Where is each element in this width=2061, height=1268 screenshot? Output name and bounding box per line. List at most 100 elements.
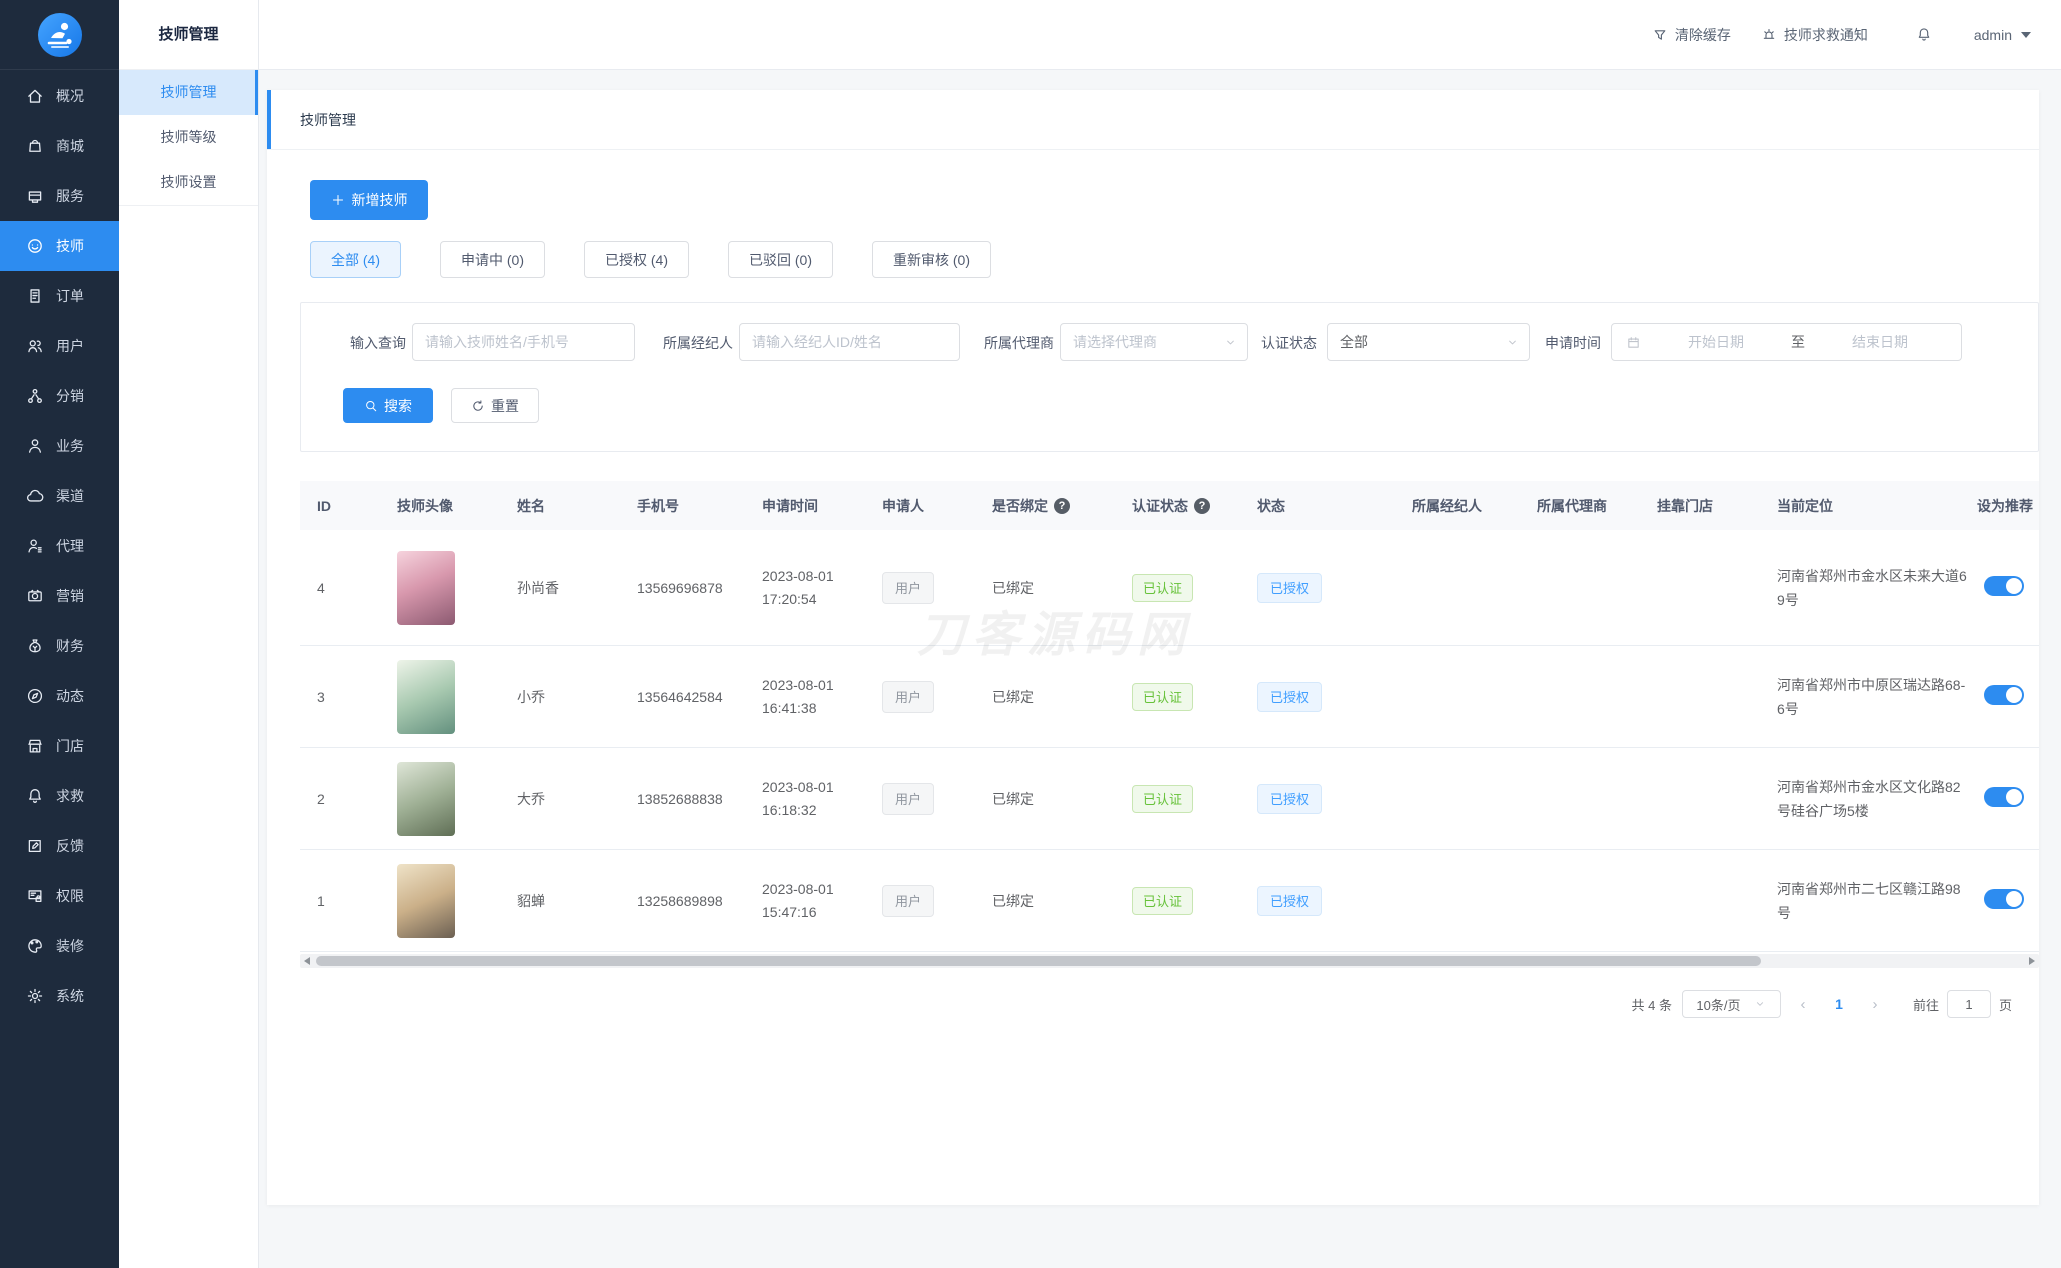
tab-3[interactable]: 已驳回 (0) (728, 241, 833, 278)
cert-status-select[interactable]: 全部 (1327, 323, 1530, 361)
query-input[interactable] (413, 324, 634, 360)
cert-status-cell: 已认证 (1115, 682, 1240, 711)
secondary-nav: 技师管理 技师等级 技师设置 (119, 70, 258, 205)
auth-status-cell: 已授权 (1240, 783, 1395, 814)
help-icon[interactable]: ? (1194, 497, 1210, 514)
sidebar-item-1[interactable]: 商城 (0, 121, 119, 171)
sidebar-item-9[interactable]: 代理 (0, 521, 119, 571)
clear-cache-button[interactable]: 清除缓存 (1652, 25, 1731, 45)
column-header-10: 所属代理商 (1537, 497, 1607, 514)
chevron-down-icon (1505, 335, 1519, 349)
sidebar-item-label: 门店 (56, 738, 84, 754)
sidebar-item-2[interactable]: 服务 (0, 171, 119, 221)
sidebar-item-12[interactable]: 动态 (0, 671, 119, 721)
technician-avatar-image[interactable] (397, 659, 455, 734)
apply-time: 2023-08-01 16:41:38 (762, 676, 834, 716)
technician-avatar-image[interactable] (397, 761, 455, 836)
technician-id: 4 (317, 579, 325, 596)
technician-icon (26, 237, 44, 255)
user-menu[interactable]: admin (1974, 27, 2031, 43)
total-count: 共 4 条 (1631, 997, 1672, 1013)
sidebar-item-15[interactable]: 反馈 (0, 821, 119, 871)
finance-icon (26, 637, 44, 655)
clear-cache-label: 清除缓存 (1674, 26, 1731, 43)
recommend-toggle[interactable] (1984, 787, 2024, 807)
tab-0[interactable]: 全部 (4) (310, 241, 401, 278)
username: admin (1973, 26, 2012, 43)
mall-icon (26, 137, 44, 155)
technician-avatar-image[interactable] (397, 550, 455, 625)
users-icon (26, 337, 44, 355)
applicant-tag[interactable]: 用户 (882, 884, 935, 917)
status-tabs: 全部 (4) 申请中 (0) 已授权 (4) 已驳回 (0) 重新审核 (0) (310, 241, 991, 278)
page-size-select[interactable]: 10条/页 (1681, 990, 1781, 1018)
sidebar-item-14[interactable]: 求救 (0, 771, 119, 821)
sidebar-item-label: 求救 (56, 788, 84, 804)
sidebar-item-13[interactable]: 门店 (0, 721, 119, 771)
sidebar-item-8[interactable]: 渠道 (0, 471, 119, 521)
scroll-right-arrow[interactable] (2029, 957, 2035, 965)
funnel-icon (1652, 27, 1668, 43)
cert-status-cell: 已认证 (1115, 886, 1240, 915)
recommend-toggle[interactable] (1984, 685, 2024, 705)
store-icon (26, 737, 44, 755)
submenu-item-1[interactable]: 技师等级 (119, 115, 258, 160)
sidebar-item-18[interactable]: 系统 (0, 971, 119, 1021)
cert-status-tag: 已认证 (1132, 573, 1194, 602)
technician-avatar-image[interactable] (397, 863, 455, 938)
scrollbar-thumb[interactable] (316, 956, 1761, 966)
add-technician-label: 新增技师 (351, 192, 408, 208)
date-range-picker[interactable]: 开始日期 至 结束日期 (1611, 323, 1962, 361)
tab-1[interactable]: 申请中 (0) (440, 241, 545, 278)
recommend-toggle[interactable] (1984, 889, 2024, 909)
caret-down-icon (2021, 31, 2031, 38)
sidebar-item-5[interactable]: 用户 (0, 321, 119, 371)
submenu-item-0[interactable]: 技师管理 (119, 70, 258, 115)
applicant-tag[interactable]: 用户 (882, 782, 935, 815)
column-header-13: 设为推荐 (1977, 497, 2033, 514)
reset-button[interactable]: 重置 (451, 388, 539, 423)
technician-name: 孙尚香 (517, 579, 559, 596)
sidebar-item-10[interactable]: 营销 (0, 571, 119, 621)
sidebar-item-7[interactable]: 业务 (0, 421, 119, 471)
current-page[interactable]: 1 (1825, 996, 1853, 1012)
column-header-2: 姓名 (517, 497, 545, 514)
next-page-button[interactable]: › (1853, 996, 1897, 1013)
order-icon (26, 287, 44, 305)
sidebar-item-16[interactable]: 权限 (0, 871, 119, 921)
technician-name: 小乔 (517, 688, 545, 705)
apply-time: 2023-08-01 16:18:32 (762, 778, 834, 818)
sidebar-item-11[interactable]: 财务 (0, 621, 119, 671)
sidebar-item-3[interactable]: 技师 (0, 221, 119, 271)
broker-input[interactable] (740, 324, 959, 360)
column-header-8: 状态 (1257, 497, 1285, 514)
breadcrumb: 技师管理 (267, 90, 2039, 150)
tab-2[interactable]: 已授权 (4) (584, 241, 689, 278)
notifications-bell-button[interactable] (1916, 27, 1932, 43)
applicant-tag[interactable]: 用户 (882, 571, 935, 604)
page-unit-label: 页 (1998, 997, 2012, 1013)
sidebar-item-0[interactable]: 概况 (0, 71, 119, 121)
recommend-cell (1960, 576, 2039, 599)
scroll-left-arrow[interactable] (304, 957, 310, 965)
tab-label: 申请中 (0) (461, 251, 524, 268)
technician-phone: 13852688838 (637, 790, 723, 807)
help-icon[interactable]: ? (1054, 497, 1070, 514)
tab-4[interactable]: 重新审核 (0) (872, 241, 991, 278)
sidebar-item-label: 渠道 (56, 488, 84, 504)
sidebar-item-label: 动态 (56, 688, 84, 704)
applicant-tag[interactable]: 用户 (882, 680, 935, 713)
add-technician-button[interactable]: 新增技师 (310, 180, 428, 220)
submenu-item-2[interactable]: 技师设置 (119, 160, 258, 205)
prev-page-button[interactable]: ‹ (1781, 996, 1825, 1013)
sidebar-item-17[interactable]: 装修 (0, 921, 119, 971)
dealer-select[interactable]: 请选择代理商 (1060, 323, 1248, 361)
goto-page-input[interactable] (1946, 990, 1991, 1018)
recommend-toggle[interactable] (1984, 576, 2024, 596)
agent-icon (26, 537, 44, 555)
rescue-notice-button[interactable]: 技师求救通知 (1761, 25, 1868, 45)
search-button[interactable]: 搜索 (343, 388, 433, 423)
sidebar-item-4[interactable]: 订单 (0, 271, 119, 321)
sidebar-item-6[interactable]: 分销 (0, 371, 119, 421)
recommend-cell (1960, 787, 2039, 810)
